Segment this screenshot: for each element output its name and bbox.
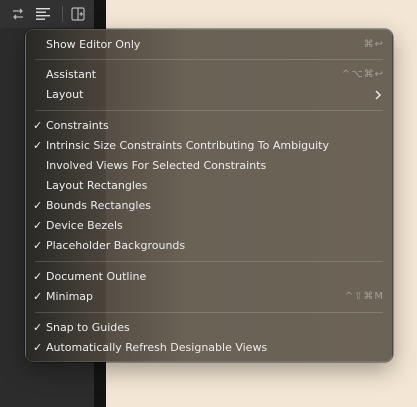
menu-item-label: Document Outline [46,270,147,283]
menu-item-show-editor-only[interactable]: Show Editor Only ⌘↩ [32,36,386,54]
checkmark-icon: ✓ [33,199,43,212]
shortcut-hint: ^⌥⌘↩ [341,69,384,80]
checkmark-icon: ✓ [33,290,43,303]
menu-item-layout-rectangles[interactable]: Layout Rectangles [32,177,386,195]
menu-item-label: Layout [46,88,84,101]
menu-item-auto-refresh-designable-views[interactable]: ✓ Automatically Refresh Designable Views [32,339,386,357]
menu-item-label: Assistant [46,68,97,81]
menu-item-label: Intrinsic Size Constraints Contributing … [46,139,329,152]
menu-item-assistant[interactable]: Assistant ^⌥⌘↩ [32,66,386,84]
chevron-right-icon [372,86,384,104]
menu-item-label: Constraints [46,119,109,132]
menu-item-device-bezels[interactable]: ✓ Device Bezels [32,217,386,235]
menu-item-label: Snap to Guides [46,321,130,334]
toolbar-divider [62,6,63,22]
menu-item-document-outline[interactable]: ✓ Document Outline [32,268,386,286]
editor-options-menu: Show Editor Only ⌘↩ Assistant ^⌥⌘↩ Layou… [25,29,393,362]
editor-toolbar [0,0,94,28]
menu-item-label: Involved Views For Selected Constraints [46,159,267,172]
checkmark-icon: ✓ [33,139,43,152]
shortcut-hint: ⌘↩ [363,39,384,50]
menu-item-label: Minimap [46,290,94,303]
checkmark-icon: ✓ [33,321,43,334]
menu-item-involved-views[interactable]: Involved Views For Selected Constraints [32,157,386,175]
menu-item-label: Automatically Refresh Designable Views [46,341,268,354]
menu-item-snap-to-guides[interactable]: ✓ Snap to Guides [32,319,386,337]
checkmark-icon: ✓ [33,270,43,283]
menu-separator [35,110,383,111]
menu-item-placeholder-backgrounds[interactable]: ✓ Placeholder Backgrounds [32,237,386,255]
checkmark-icon: ✓ [33,119,43,132]
menu-separator [35,59,383,60]
menu-item-layout[interactable]: Layout [32,86,386,104]
menu-separator [35,261,383,262]
menu-item-label: Bounds Rectangles [46,199,151,212]
add-editor-icon[interactable] [68,4,88,24]
menu-item-label: Device Bezels [46,219,123,232]
menu-item-minimap[interactable]: ✓ Minimap ^⇧⌘M [32,288,386,306]
checkmark-icon: ✓ [33,341,43,354]
checkmark-icon: ✓ [33,219,43,232]
menu-item-bounds-rectangles[interactable]: ✓ Bounds Rectangles [32,197,386,215]
menu-item-label: Placeholder Backgrounds [46,239,186,252]
menu-item-intrinsic-size-constraints[interactable]: ✓ Intrinsic Size Constraints Contributin… [32,137,386,155]
menu-separator [35,312,383,313]
menu-item-label: Show Editor Only [46,38,141,51]
swap-arrows-icon[interactable] [8,4,28,24]
menu-item-constraints[interactable]: ✓ Constraints [32,117,386,135]
menu-item-label: Layout Rectangles [46,179,148,192]
checkmark-icon: ✓ [33,239,43,252]
editor-options-icon[interactable] [33,4,53,24]
shortcut-hint: ^⇧⌘M [344,291,384,302]
